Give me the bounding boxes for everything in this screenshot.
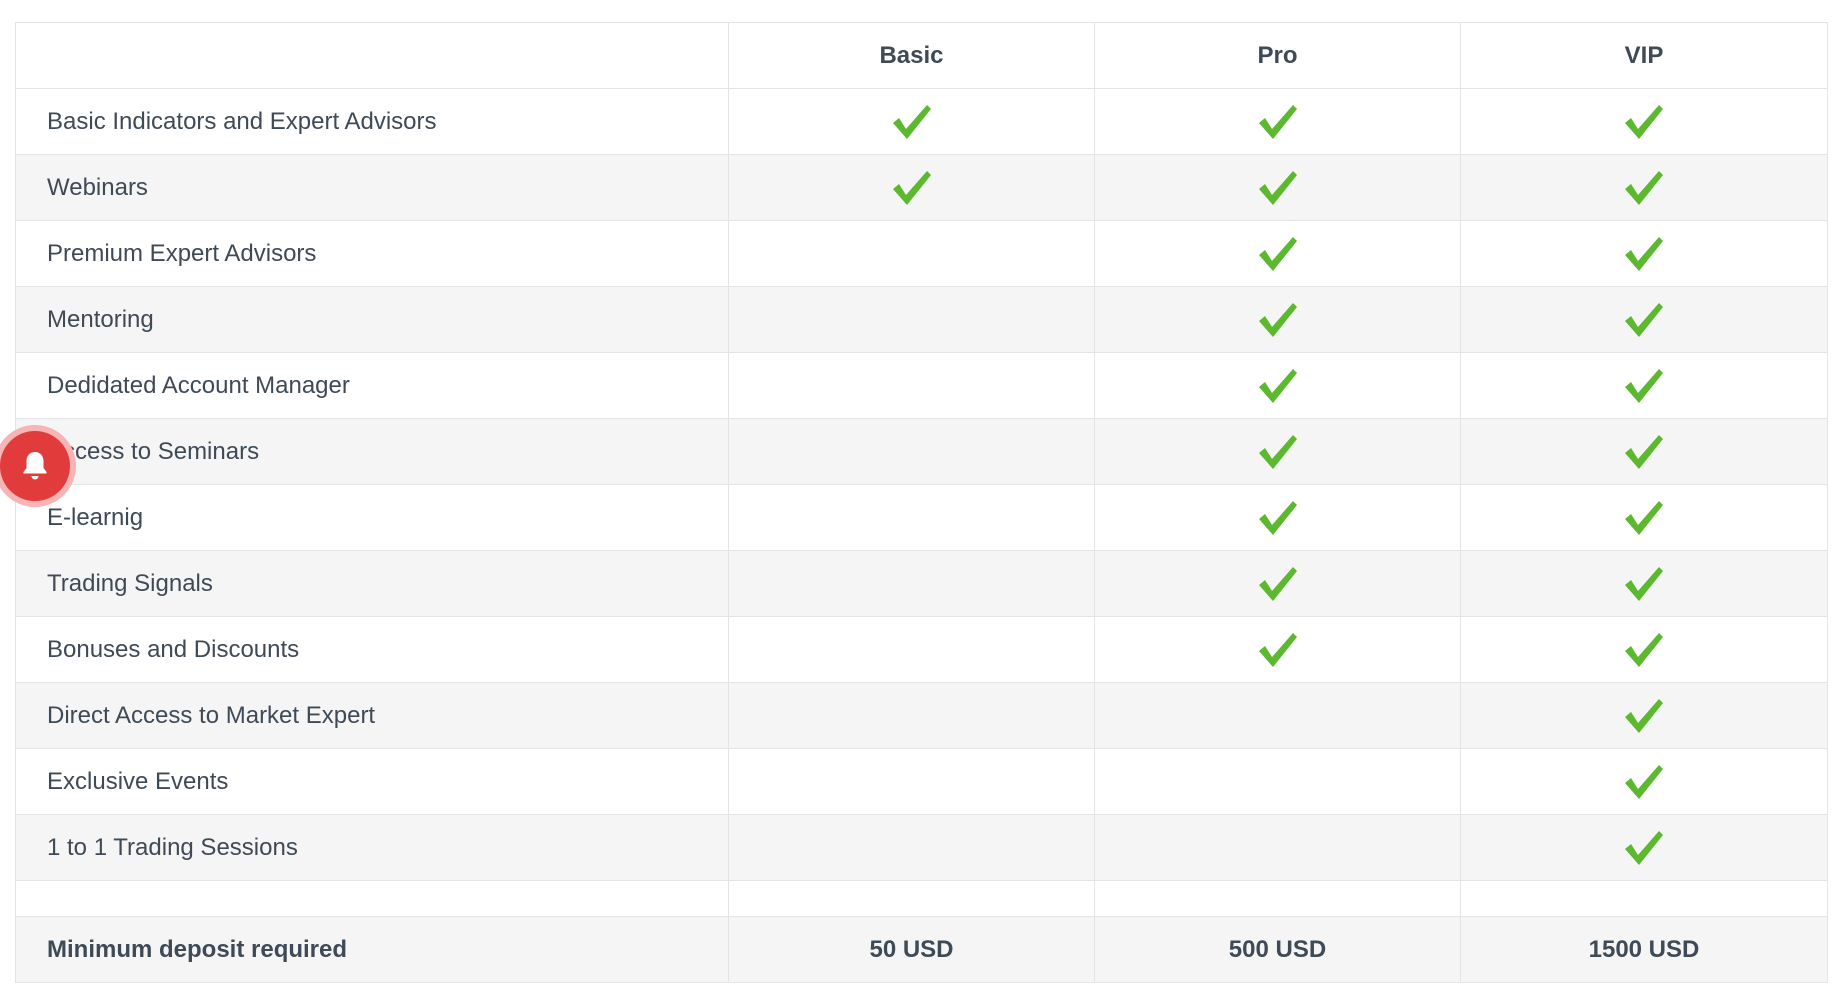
checkmark-icon bbox=[1258, 104, 1297, 139]
checkmark-icon bbox=[1625, 566, 1663, 601]
plan-cell bbox=[1094, 550, 1461, 617]
checkmark-icon bbox=[1625, 830, 1663, 865]
checkmark-icon bbox=[1258, 632, 1297, 667]
feature-label: Exclusive Events bbox=[15, 748, 729, 815]
spacer-row bbox=[15, 880, 1828, 917]
feature-label: Dedidated Account Manager bbox=[15, 352, 729, 419]
table-row: Exclusive Events bbox=[15, 748, 1828, 815]
plan-cell bbox=[728, 616, 1095, 683]
deposit-pro: 500 USD bbox=[1094, 916, 1461, 983]
plan-cell bbox=[1460, 352, 1828, 419]
plan-header-basic: Basic bbox=[728, 22, 1095, 89]
plan-cell bbox=[728, 682, 1095, 749]
plan-cell bbox=[728, 88, 1095, 155]
checkmark-icon bbox=[1625, 302, 1663, 337]
plan-cell bbox=[728, 748, 1095, 815]
table-row: Mentoring bbox=[15, 286, 1828, 353]
feature-label: 1 to 1 Trading Sessions bbox=[15, 814, 729, 881]
plan-cell bbox=[728, 484, 1095, 551]
header-corner bbox=[15, 22, 729, 89]
plan-cell bbox=[1094, 154, 1461, 221]
deposit-vip: 1500 USD bbox=[1460, 916, 1828, 983]
checkmark-icon bbox=[1625, 368, 1663, 403]
checkmark-icon bbox=[1625, 104, 1663, 139]
plan-cell bbox=[1460, 748, 1828, 815]
checkmark-icon bbox=[1258, 368, 1297, 403]
deposit-row: Minimum deposit required 50 USD 500 USD … bbox=[15, 916, 1828, 983]
plan-cell bbox=[1094, 616, 1461, 683]
plan-cell bbox=[1460, 286, 1828, 353]
plan-cell bbox=[1460, 154, 1828, 221]
plan-cell bbox=[1460, 88, 1828, 155]
feature-rows: Basic Indicators and Expert Advisors Webi… bbox=[15, 88, 1828, 881]
feature-label: Trading Signals bbox=[15, 550, 729, 617]
table-row: Trading Signals bbox=[15, 550, 1828, 617]
plan-cell bbox=[1460, 616, 1828, 683]
checkmark-icon bbox=[1258, 236, 1297, 271]
pricing-comparison: Basic Pro VIP Basic Indicators and Exper… bbox=[15, 22, 1828, 983]
plan-cell bbox=[1094, 682, 1461, 749]
plan-cell bbox=[1094, 814, 1461, 881]
table-row: Dedidated Account Manager bbox=[15, 352, 1828, 419]
table-row: E-learnig bbox=[15, 484, 1828, 551]
feature-label: Premium Expert Advisors bbox=[15, 220, 729, 287]
plan-cell bbox=[728, 220, 1095, 287]
feature-label: Access to Seminars bbox=[15, 418, 729, 485]
checkmark-icon bbox=[1625, 434, 1663, 469]
plan-cell bbox=[1094, 88, 1461, 155]
plan-cell bbox=[1460, 484, 1828, 551]
checkmark-icon bbox=[1258, 566, 1297, 601]
table-row: Direct Access to Market Expert bbox=[15, 682, 1828, 749]
feature-label: E-learnig bbox=[15, 484, 729, 551]
plan-cell bbox=[1460, 418, 1828, 485]
table-row: Premium Expert Advisors bbox=[15, 220, 1828, 287]
plan-cell bbox=[1094, 286, 1461, 353]
plan-cell bbox=[1094, 748, 1461, 815]
plan-header-vip: VIP bbox=[1460, 22, 1828, 89]
table-header-row: Basic Pro VIP bbox=[15, 22, 1828, 89]
plan-cell bbox=[1460, 220, 1828, 287]
plan-cell bbox=[1460, 814, 1828, 881]
plan-header-pro: Pro bbox=[1094, 22, 1461, 89]
checkmark-icon bbox=[1625, 632, 1663, 667]
feature-label: Bonuses and Discounts bbox=[15, 616, 729, 683]
checkmark-icon bbox=[1625, 698, 1663, 733]
plans-table: Basic Pro VIP Basic Indicators and Exper… bbox=[15, 22, 1828, 983]
checkmark-icon bbox=[1625, 170, 1663, 205]
checkmark-icon bbox=[1258, 302, 1297, 337]
checkmark-icon bbox=[1258, 170, 1297, 205]
deposit-label: Minimum deposit required bbox=[15, 916, 729, 983]
checkmark-icon bbox=[892, 104, 931, 139]
plan-cell bbox=[728, 352, 1095, 419]
feature-label: Direct Access to Market Expert bbox=[15, 682, 729, 749]
checkmark-icon bbox=[892, 170, 931, 205]
table-row: Basic Indicators and Expert Advisors bbox=[15, 88, 1828, 155]
plan-cell bbox=[1094, 220, 1461, 287]
plan-cell bbox=[728, 550, 1095, 617]
plan-cell bbox=[728, 154, 1095, 221]
table-row: Webinars bbox=[15, 154, 1828, 221]
checkmark-icon bbox=[1625, 764, 1663, 799]
checkmark-icon bbox=[1258, 500, 1297, 535]
table-row: Access to Seminars bbox=[15, 418, 1828, 485]
checkmark-icon bbox=[1625, 500, 1663, 535]
table-row: 1 to 1 Trading Sessions bbox=[15, 814, 1828, 881]
plan-cell bbox=[1094, 484, 1461, 551]
plan-cell bbox=[1460, 550, 1828, 617]
plan-cell bbox=[728, 418, 1095, 485]
plan-cell bbox=[728, 286, 1095, 353]
plan-cell bbox=[1094, 352, 1461, 419]
checkmark-icon bbox=[1258, 434, 1297, 469]
feature-label: Webinars bbox=[15, 154, 729, 221]
table-row: Bonuses and Discounts bbox=[15, 616, 1828, 683]
plan-cell bbox=[1094, 418, 1461, 485]
feature-label: Basic Indicators and Expert Advisors bbox=[15, 88, 729, 155]
plan-cell bbox=[1460, 682, 1828, 749]
plan-cell bbox=[728, 814, 1095, 881]
feature-label: Mentoring bbox=[15, 286, 729, 353]
notification-bell-button[interactable] bbox=[0, 431, 70, 501]
checkmark-icon bbox=[1625, 236, 1663, 271]
bell-icon bbox=[23, 452, 47, 480]
deposit-basic: 50 USD bbox=[728, 916, 1095, 983]
